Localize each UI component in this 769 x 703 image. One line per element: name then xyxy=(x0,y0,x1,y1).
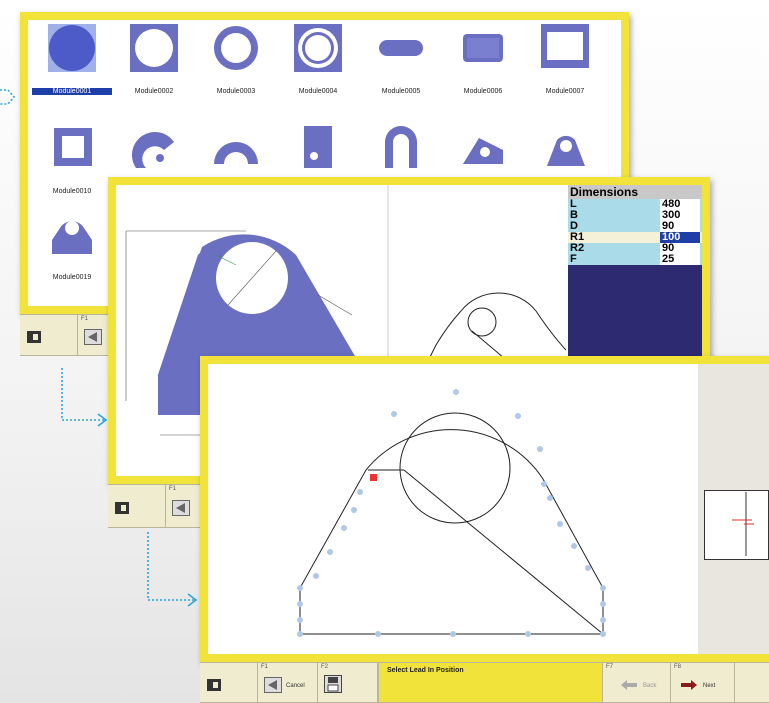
module-label: Module0006 xyxy=(463,88,503,95)
home-icon xyxy=(27,331,41,343)
f7-key-label: F7 xyxy=(606,664,614,670)
dimension-row-f[interactable]: F 25 xyxy=(568,254,702,265)
lead-in-window xyxy=(200,356,769,662)
next-button[interactable]: F8 Next xyxy=(671,663,735,702)
home-icon xyxy=(207,679,221,691)
square-frame-thumbnail xyxy=(54,128,92,166)
f1-key-label: F1 xyxy=(169,486,177,492)
ring-in-square-thumbnail xyxy=(294,24,342,72)
back-label: Back xyxy=(643,683,657,689)
slot-thumbnail xyxy=(379,40,423,56)
back-button[interactable]: F7 Back xyxy=(603,663,671,702)
status-message: Select Lead In Position xyxy=(387,667,464,674)
cancel-icon xyxy=(264,677,282,693)
cancel-icon xyxy=(84,329,102,345)
dimension-row-b[interactable]: B 300 xyxy=(568,210,702,221)
home-button[interactable] xyxy=(20,315,78,355)
module-label: Module0005 xyxy=(381,88,421,95)
module-label: Module0002 xyxy=(134,88,174,95)
dimension-toolbar: F1 xyxy=(108,484,208,528)
lug-plate-thumbnail xyxy=(52,221,92,254)
rounded-rect-thumbnail xyxy=(463,34,503,62)
cancel-label: Cancel xyxy=(286,683,305,689)
dimension-row-r1[interactable]: R1 100 xyxy=(568,232,702,243)
save-icon xyxy=(324,675,342,693)
dimension-row-l[interactable]: L 480 xyxy=(568,199,702,210)
lug-thumbnail xyxy=(547,135,585,166)
dimension-name: F xyxy=(570,253,577,265)
lead-in-canvas[interactable] xyxy=(208,364,698,654)
module-label: Module0019 xyxy=(52,274,92,281)
dimension-value[interactable]: 25 xyxy=(660,254,700,265)
f1-key-label: F1 xyxy=(81,316,89,322)
back-arrow-icon xyxy=(621,680,637,690)
next-label: Next xyxy=(703,683,716,689)
flow-arrow-2 xyxy=(61,368,104,421)
f8-key-label: F8 xyxy=(674,664,682,670)
rect-frame-thumbnail xyxy=(541,24,589,68)
flow-arrow-1 xyxy=(0,89,16,105)
save-button[interactable]: F2 xyxy=(318,663,378,702)
module-label: Module0010 xyxy=(52,188,92,195)
home-icon xyxy=(115,502,129,514)
arc-segment-thumbnail xyxy=(131,131,174,168)
dimension-row-r2[interactable]: R2 90 xyxy=(568,243,702,254)
cancel-button[interactable]: F1 Cancel xyxy=(258,663,318,702)
home-button[interactable] xyxy=(200,663,258,702)
side-panel xyxy=(698,364,769,654)
next-arrow-icon xyxy=(681,680,697,690)
half-ring-thumbnail xyxy=(214,142,258,164)
f1-key-label: F1 xyxy=(261,664,269,670)
candidate-points xyxy=(297,389,606,637)
circle-in-square-thumbnail xyxy=(130,24,178,72)
f2-key-label: F2 xyxy=(321,664,329,670)
home-button[interactable] xyxy=(108,485,166,527)
u-shape-thumbnail xyxy=(385,126,417,168)
filled-circle-thumbnail xyxy=(48,24,96,72)
ring-thumbnail xyxy=(214,26,258,70)
module-label: Module0004 xyxy=(298,88,338,95)
module-label: Module0001 xyxy=(32,88,112,95)
mini-preview xyxy=(704,490,769,560)
lead-in-marker xyxy=(370,474,377,481)
dimensions-title: Dimensions xyxy=(568,185,702,199)
module-label: Module0007 xyxy=(545,88,585,95)
cancel-icon xyxy=(172,500,190,516)
dimension-name: B xyxy=(570,209,578,221)
dimension-name: R2 xyxy=(570,242,585,254)
status-bar: Select Lead In Position xyxy=(378,662,603,703)
module-label: Module0003 xyxy=(216,88,256,95)
part-outline xyxy=(299,429,604,635)
dimension-name: L xyxy=(570,198,577,210)
flow-arrow-3 xyxy=(147,532,194,601)
dimension-row-d[interactable]: D 90 xyxy=(568,221,702,232)
plate-hole-thumbnail xyxy=(304,126,332,168)
tear-drop-thumbnail xyxy=(463,138,503,164)
